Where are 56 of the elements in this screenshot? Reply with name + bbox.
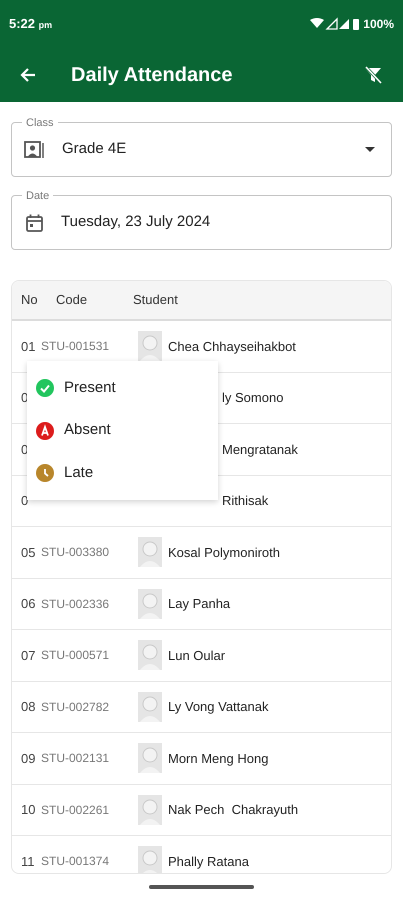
student-code: STU-001374 xyxy=(41,853,110,870)
student-name: Nak Pech Chakrayuth xyxy=(168,801,298,819)
column-header: No xyxy=(20,291,39,310)
dropdown-caret-icon xyxy=(365,146,375,152)
avatar-icon xyxy=(138,588,162,619)
student-code: STU-002261 xyxy=(41,802,110,819)
avatar-icon xyxy=(138,640,162,670)
student-code: STU-002336 xyxy=(41,596,110,613)
classroom-icon xyxy=(24,140,44,158)
student-row[interactable]: 10 STU-002261 Nak Pech Chakrayuth xyxy=(12,784,391,836)
status-time: 5:22 pm xyxy=(9,15,52,34)
row-number: 08 xyxy=(20,698,36,716)
row-number: 06 xyxy=(20,595,36,613)
avatar-icon xyxy=(138,743,162,774)
present-status-icon xyxy=(36,378,54,397)
student-name: Mengratanak xyxy=(222,440,298,459)
avatar-icon xyxy=(138,537,162,568)
row-number: 01 xyxy=(20,338,36,356)
row-number: 10 xyxy=(20,801,36,819)
student-code: STU-000571 xyxy=(41,647,110,664)
student-name: Kosal Polymoniroth xyxy=(168,544,280,562)
calendar-icon xyxy=(26,214,43,232)
class-value: Grade 4E xyxy=(62,139,126,160)
student-name: Chea Chhayseihakbot xyxy=(168,338,296,356)
avatar-icon xyxy=(138,692,162,722)
student-name: ly Somono xyxy=(222,389,284,407)
student-name: Lun Oular xyxy=(168,646,226,664)
student-row[interactable]: 07 STU-000571 Lun Oular xyxy=(12,630,391,682)
student-row[interactable]: 05 STU-003380 Kosal Polymoniroth xyxy=(12,527,391,578)
student-name: Phally Ratana xyxy=(168,852,249,871)
student-code: STU-001531 xyxy=(41,338,110,356)
absent-status-icon xyxy=(36,422,54,440)
student-code: STU-002131 xyxy=(41,750,110,768)
student-name: Ly Vong Vattanak xyxy=(168,698,268,716)
date-value: Tuesday, 23 July 2024 xyxy=(61,212,210,232)
late-status-icon xyxy=(36,464,54,482)
student-name: Rithisak xyxy=(222,492,268,510)
student-code: STU-002782 xyxy=(41,698,110,716)
column-header: Code xyxy=(56,291,88,310)
avatar-icon xyxy=(138,794,162,825)
row-number: 11 xyxy=(20,852,36,870)
student-row[interactable]: 09 STU-002131 Morn Meng Hong xyxy=(12,733,391,784)
student-code: STU-003380 xyxy=(41,544,110,562)
column-header: Student xyxy=(133,291,178,310)
row-number: 07 xyxy=(20,646,36,664)
menu-item[interactable]: Absent xyxy=(27,410,218,450)
student-row[interactable]: 06 STU-002336 Lay Panha xyxy=(12,578,391,630)
student-name: Morn Meng Hong xyxy=(168,750,268,768)
row-number: 09 xyxy=(20,750,36,768)
student-name: Lay Panha xyxy=(168,595,230,613)
battery-percent: 100% xyxy=(363,16,394,33)
page-title: Daily Attendance xyxy=(71,63,233,88)
row-number: 0 xyxy=(20,492,30,510)
student-row[interactable]: 08 STU-002782 Ly Vong Vattanak xyxy=(12,682,391,733)
row-number: 05 xyxy=(20,544,36,562)
status-icons xyxy=(310,17,360,31)
